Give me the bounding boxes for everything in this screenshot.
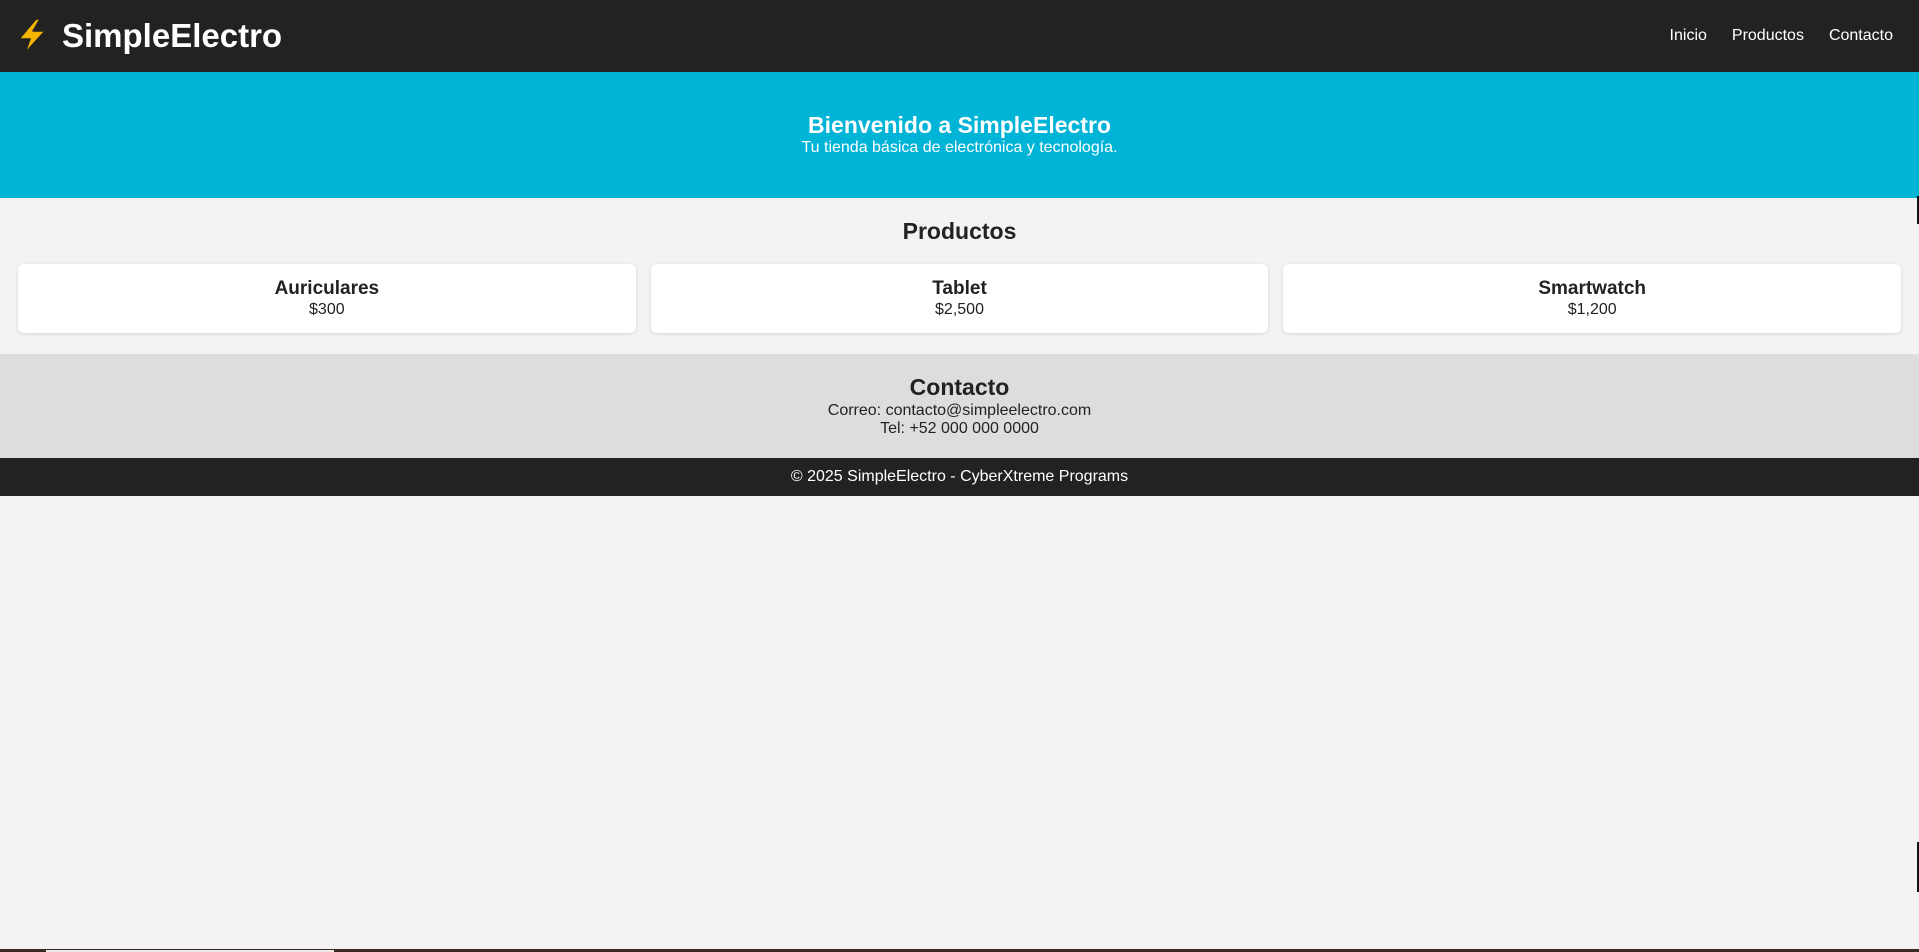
lightning-bolt-icon: [18, 18, 46, 54]
brand[interactable]: SimpleElectro: [16, 17, 282, 55]
main-nav: Inicio Productos Contacto: [1670, 27, 1893, 45]
product-name: Smartwatch: [1538, 278, 1647, 299]
product-card-smartwatch[interactable]: Smartwatch $1,200: [1283, 264, 1902, 333]
contact-title: Contacto: [909, 374, 1010, 400]
contact-section: Contacto Correo: contacto@simpleelectro.…: [0, 354, 1919, 458]
product-price: $1,200: [1567, 301, 1617, 318]
footer-copyright: © 2025 SimpleElectro - CyberXtreme Progr…: [790, 468, 1129, 485]
top-navbar: SimpleElectro Inicio Productos Contacto: [0, 0, 1919, 72]
brand-name: SimpleElectro: [62, 17, 283, 54]
product-price: $2,500: [935, 301, 984, 318]
products-section: Productos Auriculares $300 Tablet $2,500…: [0, 198, 1919, 354]
nav-link-contacto[interactable]: Contacto: [1829, 27, 1893, 45]
contact-phone: Tel: +52 000 000 0000: [880, 420, 1039, 437]
products-title: Productos: [902, 218, 1017, 244]
product-name: Tablet: [932, 278, 987, 299]
nav-link-productos[interactable]: Productos: [1732, 27, 1804, 45]
page-footer: © 2025 SimpleElectro - CyberXtreme Progr…: [0, 458, 1919, 496]
hero-banner: Bienvenido a SimpleElectro Tu tienda bás…: [0, 72, 1919, 198]
product-card-auriculares[interactable]: Auriculares $300: [18, 264, 636, 333]
nav-link-inicio[interactable]: Inicio: [1670, 27, 1707, 45]
product-name: Auriculares: [274, 278, 380, 299]
product-price: $300: [309, 301, 345, 318]
product-card-tablet[interactable]: Tablet $2,500: [650, 264, 1269, 333]
hero-title: Bienvenido a SimpleElectro: [808, 112, 1111, 138]
product-grid: Auriculares $300 Tablet $2,500 Smartwatc…: [18, 264, 1902, 333]
contact-email: Correo: contacto@simpleelectro.com: [827, 402, 1092, 419]
hero-subtitle: Tu tienda básica de electrónica y tecnol…: [801, 139, 1118, 156]
